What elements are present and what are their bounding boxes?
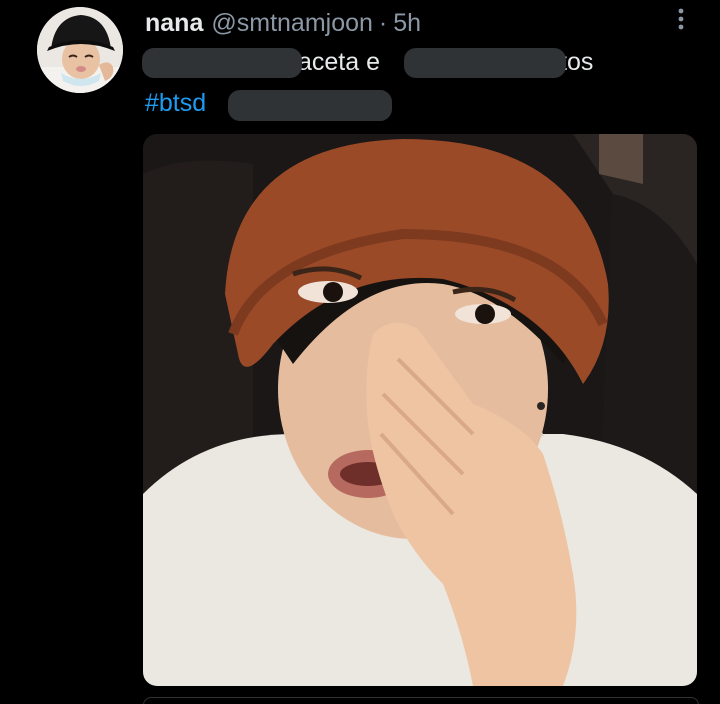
media-photo (143, 134, 697, 686)
author-handle[interactable]: @smtnamjoon (211, 5, 373, 41)
separator-dot: · (378, 9, 388, 37)
more-options-icon[interactable] (668, 6, 694, 32)
tweet[interactable]: nana @smtnamjoon · 5h aceta e tos #btsd (0, 0, 720, 704)
redaction-box (142, 48, 302, 78)
next-card-edge (143, 697, 699, 704)
tweet-text-fragment: aceta e (298, 48, 381, 76)
hashtag-link[interactable]: #btsd (145, 86, 206, 120)
timestamp[interactable]: 5h (393, 5, 421, 41)
redaction-box (228, 90, 392, 121)
avatar-photo (37, 7, 123, 93)
tweet-header: nana @smtnamjoon · 5h (145, 5, 421, 41)
author-name[interactable]: nana (145, 5, 203, 41)
tweet-media-image[interactable] (143, 134, 697, 686)
avatar[interactable] (37, 7, 123, 93)
redaction-box (404, 48, 566, 78)
